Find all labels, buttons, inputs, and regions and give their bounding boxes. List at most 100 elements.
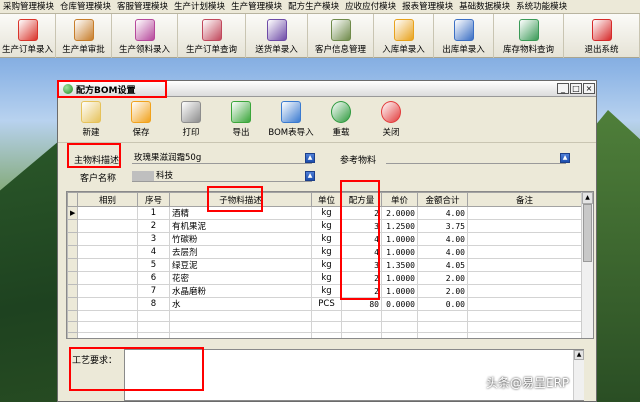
table-row[interactable]: 6 花密 kg 2 1.0000 2.00 bbox=[67, 271, 582, 285]
empty-cell[interactable] bbox=[77, 332, 138, 338]
seq-cell[interactable]: 5 bbox=[137, 258, 170, 272]
phase-cell[interactable] bbox=[77, 206, 138, 220]
unit-cell[interactable]: kg bbox=[311, 271, 342, 285]
amount-cell[interactable]: 2.00 bbox=[417, 271, 468, 285]
toolbar-button-8[interactable]: 库存物料查询 bbox=[494, 14, 564, 58]
table-row[interactable]: 7 水晶磨粉 kg 2 1.0000 2.00 bbox=[67, 284, 582, 298]
table-row[interactable]: 2 有机果泥 kg 3 1.2500 3.75 bbox=[67, 219, 582, 233]
phase-cell[interactable] bbox=[77, 232, 138, 246]
amount-cell[interactable]: 4.00 bbox=[417, 206, 468, 220]
phase-cell[interactable] bbox=[77, 219, 138, 233]
empty-row[interactable] bbox=[67, 332, 582, 338]
unit-cell[interactable]: kg bbox=[311, 206, 342, 220]
remark-cell[interactable] bbox=[467, 297, 582, 311]
toolbar-button-4[interactable]: 送货单录入 bbox=[246, 14, 308, 58]
remark-column-header[interactable]: 备注 bbox=[467, 192, 582, 207]
phase-column-header[interactable]: 相别 bbox=[77, 192, 138, 207]
submaterial-cell[interactable]: 绿豆泥 bbox=[169, 258, 312, 272]
empty-cell[interactable] bbox=[417, 321, 468, 333]
empty-cell[interactable] bbox=[467, 310, 582, 322]
main-material-picker-icon[interactable]: ▲ bbox=[305, 153, 315, 163]
seq-cell[interactable]: 1 bbox=[137, 206, 170, 220]
scroll-up-icon[interactable]: ▲ bbox=[582, 192, 593, 204]
price-cell[interactable]: 2.0000 bbox=[381, 206, 418, 220]
price-cell[interactable]: 1.3500 bbox=[381, 258, 418, 272]
qty-cell[interactable]: 3 bbox=[341, 258, 382, 272]
requirements-scroll-up-icon[interactable]: ▲ bbox=[574, 350, 584, 360]
empty-cell[interactable] bbox=[311, 310, 342, 322]
toolbar-button-2[interactable]: 生产领料录入 bbox=[112, 14, 178, 58]
submaterial-column-header[interactable]: 子物料描述 bbox=[169, 192, 312, 207]
remark-cell[interactable] bbox=[467, 271, 582, 285]
window-toolbar-button-5[interactable]: 重载 bbox=[316, 98, 366, 140]
empty-cell[interactable] bbox=[169, 332, 312, 338]
toolbar-button-7[interactable]: 出库单录入 bbox=[434, 14, 494, 58]
unit-cell[interactable]: kg bbox=[311, 232, 342, 246]
qty-cell[interactable]: 4 bbox=[341, 232, 382, 246]
price-cell[interactable]: 1.0000 bbox=[381, 245, 418, 259]
table-row[interactable]: 3 竹碳粉 kg 4 1.0000 4.00 bbox=[67, 232, 582, 246]
empty-row[interactable] bbox=[67, 310, 582, 322]
ref-material-picker-icon[interactable]: ▲ bbox=[560, 153, 570, 163]
toolbar-button-6[interactable]: 入库单录入 bbox=[374, 14, 434, 58]
toolbar-button-0[interactable]: 生产订单录入 bbox=[0, 14, 56, 58]
menu-item-9[interactable]: 系统功能模块 bbox=[513, 0, 570, 13]
remark-cell[interactable] bbox=[467, 284, 582, 298]
seq-cell[interactable]: 6 bbox=[137, 271, 170, 285]
customer-picker-icon[interactable]: ▲ bbox=[305, 171, 315, 181]
qty-cell[interactable]: 4 bbox=[341, 245, 382, 259]
ref-material-input[interactable] bbox=[386, 153, 566, 164]
empty-cell[interactable] bbox=[341, 321, 382, 333]
table-row[interactable]: 4 去层剂 kg 4 1.0000 4.00 bbox=[67, 245, 582, 259]
remark-cell[interactable] bbox=[467, 206, 582, 220]
toolbar-button-5[interactable]: 客户信息管理 bbox=[308, 14, 374, 58]
seq-cell[interactable]: 7 bbox=[137, 284, 170, 298]
qty-cell[interactable]: 2 bbox=[341, 271, 382, 285]
remark-cell[interactable] bbox=[467, 245, 582, 259]
price-column-header[interactable]: 单价 bbox=[381, 192, 418, 207]
empty-cell[interactable] bbox=[467, 332, 582, 338]
table-row[interactable]: ▶ 1 酒精 kg 2 2.0000 4.00 bbox=[67, 206, 582, 220]
remark-cell[interactable] bbox=[467, 219, 582, 233]
window-toolbar-button-0[interactable]: 新建 bbox=[66, 98, 116, 140]
customer-input[interactable]: 科技 bbox=[132, 171, 312, 182]
empty-cell[interactable] bbox=[77, 310, 138, 322]
empty-cell[interactable] bbox=[137, 332, 170, 338]
submaterial-cell[interactable]: 有机果泥 bbox=[169, 219, 312, 233]
amount-cell[interactable]: 4.00 bbox=[417, 232, 468, 246]
submaterial-cell[interactable]: 水 bbox=[169, 297, 312, 311]
submaterial-cell[interactable]: 竹碳粉 bbox=[169, 232, 312, 246]
toolbar-button-3[interactable]: 生产订单查询 bbox=[178, 14, 246, 58]
amount-cell[interactable]: 4.00 bbox=[417, 245, 468, 259]
unit-cell[interactable]: kg bbox=[311, 219, 342, 233]
empty-cell[interactable] bbox=[137, 310, 170, 322]
table-row[interactable]: 8 水 PCS 80 0.0000 0.00 bbox=[67, 297, 582, 311]
empty-cell[interactable] bbox=[311, 321, 342, 333]
qty-cell[interactable]: 80 bbox=[341, 297, 382, 311]
window-toolbar-button-6[interactable]: 关闭 bbox=[366, 98, 416, 140]
main-material-input[interactable]: 玫瑰果滋润霜50g bbox=[132, 153, 312, 164]
empty-cell[interactable] bbox=[137, 321, 170, 333]
price-cell[interactable]: 1.0000 bbox=[381, 232, 418, 246]
amount-cell[interactable]: 4.05 bbox=[417, 258, 468, 272]
scroll-thumb[interactable] bbox=[583, 204, 592, 262]
unit-cell[interactable]: kg bbox=[311, 258, 342, 272]
phase-cell[interactable] bbox=[77, 284, 138, 298]
submaterial-cell[interactable]: 去层剂 bbox=[169, 245, 312, 259]
price-cell[interactable]: 1.0000 bbox=[381, 284, 418, 298]
menu-item-7[interactable]: 报表管理模块 bbox=[399, 0, 456, 13]
grid-vertical-scrollbar[interactable]: ▲ bbox=[581, 192, 593, 338]
unit-cell[interactable]: kg bbox=[311, 284, 342, 298]
submaterial-cell[interactable]: 水晶磨粉 bbox=[169, 284, 312, 298]
menu-item-4[interactable]: 生产管理模块 bbox=[228, 0, 285, 13]
amount-column-header[interactable]: 金额合计 bbox=[417, 192, 468, 207]
phase-cell[interactable] bbox=[77, 271, 138, 285]
phase-cell[interactable] bbox=[77, 297, 138, 311]
submaterial-cell[interactable]: 花密 bbox=[169, 271, 312, 285]
toolbar-button-9[interactable]: 退出系统 bbox=[564, 14, 640, 58]
window-titlebar[interactable]: 配方BOM设置 _ □ × bbox=[58, 81, 596, 97]
empty-cell[interactable] bbox=[169, 310, 312, 322]
empty-cell[interactable] bbox=[311, 332, 342, 338]
seq-cell[interactable]: 2 bbox=[137, 219, 170, 233]
unit-cell[interactable]: PCS bbox=[311, 297, 342, 311]
